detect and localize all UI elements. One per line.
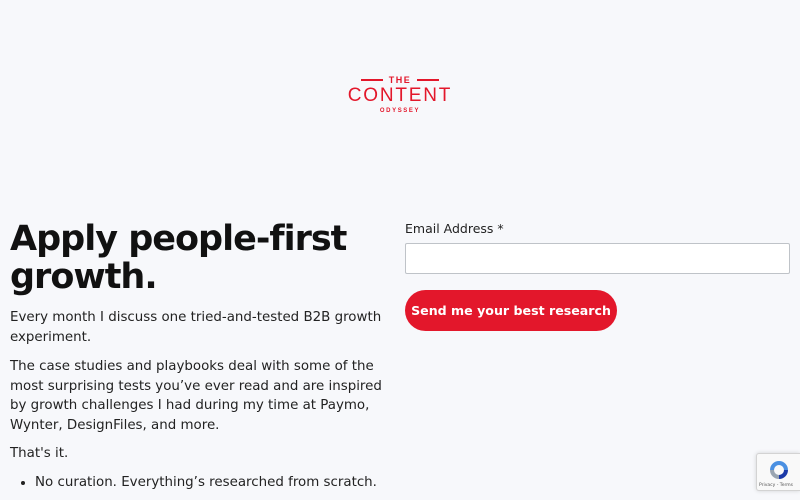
logo-top-row: THE [340, 75, 460, 85]
recaptcha-icon [770, 461, 788, 479]
logo-divider-left [360, 79, 383, 81]
recaptcha-badge[interactable]: Privacy - Terms [756, 453, 800, 491]
logo-name: CONTENT [347, 85, 453, 106]
logo-subtitle: ODYSSEY [379, 108, 421, 114]
recaptcha-links[interactable]: Privacy - Terms [759, 483, 793, 488]
description-paragraph: The case studies and playbooks deal with… [10, 359, 382, 433]
required-mark: * [497, 221, 504, 236]
list-item: No curation. Everything’s researched fro… [35, 473, 420, 493]
logo-divider-right [417, 79, 440, 81]
email-label: Email Address * [405, 221, 504, 237]
brand-logo[interactable]: THE CONTENT ODYSSEY [340, 75, 460, 115]
intro-paragraph: Every month I discuss one tried-and-test… [10, 310, 382, 345]
email-label-text: Email Address [405, 221, 494, 236]
email-field[interactable] [405, 243, 790, 274]
page-headline: Apply people-first growth. [10, 219, 347, 297]
subscribe-button[interactable]: Send me your best research [405, 290, 617, 331]
feature-list: No curation. Everything’s researched fro… [10, 473, 420, 493]
summary-paragraph: That's it. [10, 446, 69, 461]
logo-the-text: THE [388, 75, 412, 85]
